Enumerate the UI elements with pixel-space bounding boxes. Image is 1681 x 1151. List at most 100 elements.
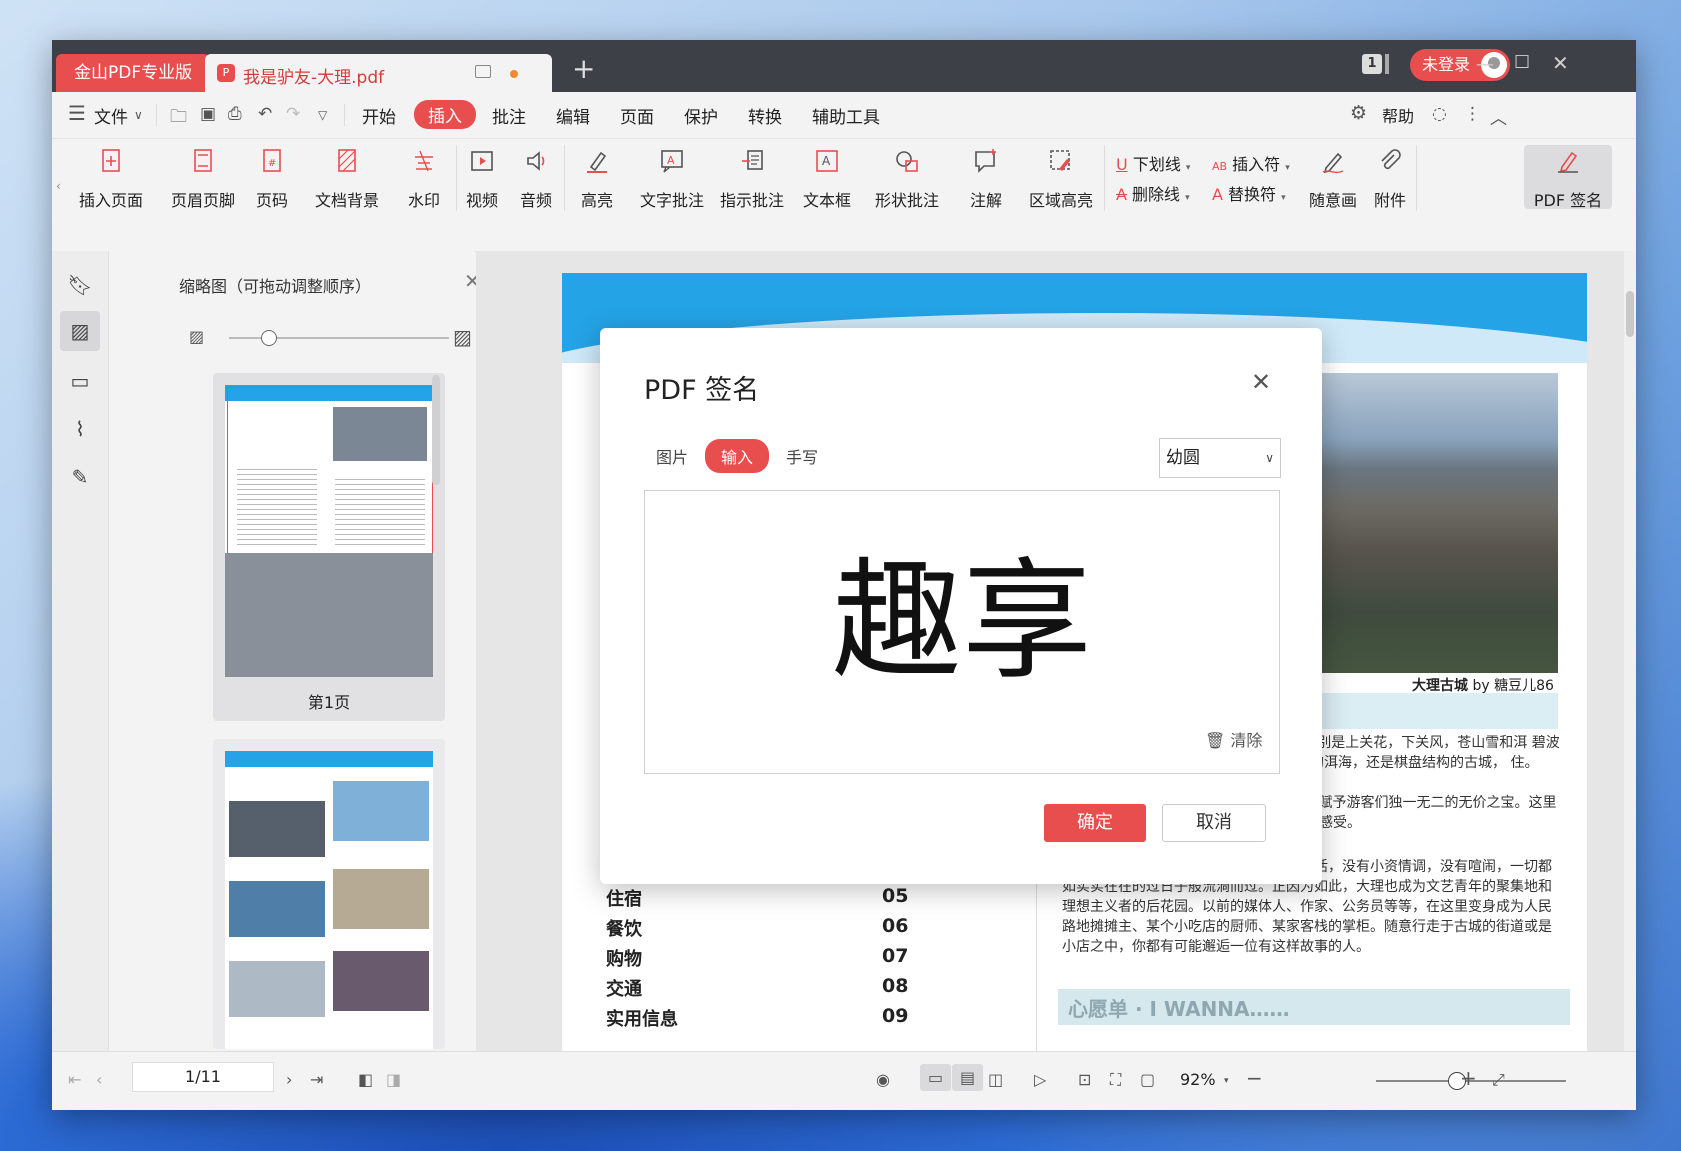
zoom-out-icon[interactable]: −	[1246, 1066, 1263, 1090]
save-icon[interactable]: ▣	[200, 104, 216, 124]
last-page-icon[interactable]: ⇥	[310, 1070, 323, 1089]
menu-insert[interactable]: 插入	[414, 100, 476, 129]
header-footer-button[interactable]: 页眉页脚	[162, 147, 244, 211]
video-icon	[468, 147, 496, 175]
signature-canvas[interactable]: 趣享 🗑︎ 清除	[644, 490, 1280, 774]
thumbnail-page-1[interactable]: 第1页	[213, 373, 445, 721]
menu-comment[interactable]: 批注	[492, 103, 526, 128]
ribbon-scroll-left-icon[interactable]: ‹	[56, 179, 61, 193]
zoom-level[interactable]: 92%	[1180, 1070, 1216, 1089]
pdf-sign-button[interactable]: PDF 签名	[1524, 147, 1612, 211]
menu-start[interactable]: 开始	[362, 103, 396, 128]
cancel-button[interactable]: 取消	[1162, 804, 1266, 842]
quick-access-dropdown-icon[interactable]: ▽	[318, 108, 327, 122]
page-number-button[interactable]: # 页码	[252, 147, 292, 211]
menu-edit[interactable]: 编辑	[556, 103, 590, 128]
menu-tools[interactable]: 辅助工具	[812, 103, 880, 128]
more-vertical-icon[interactable]: ⋮	[1464, 104, 1481, 124]
font-select[interactable]: 幼圆 ∨	[1159, 438, 1281, 478]
login-button[interactable]: 未登录	[1410, 49, 1511, 81]
shape-annotation-button[interactable]: 形状批注	[866, 147, 948, 211]
fullscreen-icon[interactable]: ⤢	[1492, 1070, 1505, 1090]
pdf-file-icon: P	[217, 64, 235, 82]
minimize-icon[interactable]: —	[1476, 54, 1494, 75]
area-highlight-icon	[1047, 147, 1075, 175]
page-number-input[interactable]: 1/11	[132, 1062, 274, 1092]
document-scrollbar[interactable]	[1624, 251, 1636, 1051]
print-icon[interactable]: ⎙	[228, 104, 242, 124]
menu-protect[interactable]: 保护	[684, 103, 718, 128]
continuous-view-icon[interactable]: ▤	[952, 1064, 984, 1091]
note-button[interactable]: 注解	[960, 147, 1012, 211]
video-button[interactable]: 视频	[462, 147, 502, 211]
back-view-icon[interactable]: ◧	[358, 1070, 373, 1089]
text-annotation-button[interactable]: A 文字批注	[636, 147, 708, 211]
thumb-small-icon[interactable]: ▨	[189, 327, 204, 346]
play-icon[interactable]: ▷	[1034, 1070, 1046, 1089]
fit-page-icon[interactable]: ⛶	[1110, 1070, 1121, 1090]
menu-file[interactable]: 文件	[94, 103, 128, 128]
forward-view-icon[interactable]: ◨	[386, 1070, 401, 1089]
next-page-icon[interactable]: ›	[286, 1070, 292, 1089]
tab-handwrite[interactable]: 手写	[786, 444, 818, 468]
insert-page-button[interactable]: 插入页面	[70, 147, 152, 211]
close-window-icon[interactable]: ✕	[1552, 51, 1569, 75]
freehand-button[interactable]: 随意画	[1306, 147, 1360, 211]
wishlist-heading: 心愿单 · I WANNA……	[1068, 997, 1290, 1021]
chevron-down-icon[interactable]: ∨	[134, 108, 143, 122]
replace-char-button[interactable]: A 替换符 ▾	[1212, 181, 1286, 205]
window-count-badge[interactable]: 1	[1362, 54, 1382, 74]
comment-icon[interactable]: ▭	[66, 367, 94, 395]
document-tab[interactable]: P 我是驴友-大理.pdf	[205, 54, 552, 92]
menu-convert[interactable]: 转换	[748, 103, 782, 128]
thumbnail-size-slider-knob[interactable]	[261, 330, 277, 346]
open-folder-icon[interactable]: 🗀	[170, 104, 187, 133]
document-scrollbar-knob[interactable]	[1626, 291, 1634, 337]
collapse-ribbon-icon[interactable]: ︿	[1490, 104, 1507, 129]
clear-button[interactable]: 🗑︎ 清除	[1205, 727, 1262, 751]
pointer-annotation-button[interactable]: 指示批注	[716, 147, 788, 211]
new-tab-button[interactable]: +	[572, 54, 595, 84]
toc-item: 餐饮	[606, 919, 642, 940]
two-page-view-icon[interactable]: ◫	[988, 1070, 1003, 1089]
actual-size-icon[interactable]: ⊡	[1078, 1070, 1091, 1089]
thumbnail-page-2[interactable]	[213, 739, 445, 1049]
maximize-icon[interactable]: ☐	[1514, 52, 1530, 73]
tab-input[interactable]: 输入	[705, 439, 770, 473]
audio-button[interactable]: 音频	[516, 147, 556, 211]
zoom-dropdown-icon[interactable]: ▾	[1224, 1076, 1229, 1086]
hamburger-icon[interactable]: ☰	[68, 101, 86, 125]
strikethrough-button[interactable]: A 删除线 ▾	[1116, 181, 1190, 205]
undo-icon[interactable]: ↶	[258, 104, 272, 124]
zoom-in-icon[interactable]: +	[1460, 1066, 1477, 1090]
app-tab[interactable]: 金山PDF专业版	[56, 54, 211, 92]
redo-icon[interactable]: ↷	[286, 104, 300, 124]
first-page-icon[interactable]: ⇤	[68, 1070, 81, 1089]
underline-button[interactable]: U 下划线 ▾	[1116, 151, 1190, 175]
thumbnail-scrollbar[interactable]	[432, 375, 440, 485]
doc-background-button[interactable]: 文档背景	[306, 147, 388, 211]
monitor-icon[interactable]	[475, 65, 491, 78]
prev-page-icon[interactable]: ‹	[96, 1070, 102, 1089]
signature-panel-icon[interactable]: ✎	[66, 463, 94, 491]
single-page-view-icon[interactable]: ▭	[920, 1064, 952, 1091]
watermark-button[interactable]: 水印	[396, 147, 452, 211]
thumbnail-image-icon[interactable]: ▨	[60, 311, 100, 351]
menu-page[interactable]: 页面	[620, 103, 654, 128]
attachment-panel-icon[interactable]: ⌇	[66, 415, 94, 443]
confirm-button[interactable]: 确定	[1044, 804, 1146, 842]
close-dialog-icon[interactable]: ✕	[1251, 368, 1271, 396]
chat-bubble-icon[interactable]: ◌	[1432, 104, 1447, 124]
bookmark-icon[interactable]: 🔖︎	[66, 271, 94, 299]
help-menu[interactable]: 帮助	[1382, 103, 1414, 127]
fit-width-icon[interactable]: ▢	[1140, 1070, 1155, 1089]
area-highlight-button[interactable]: 区域高亮	[1020, 147, 1102, 211]
thumb-large-icon[interactable]: ▨	[453, 325, 472, 349]
tab-image[interactable]: 图片	[656, 444, 688, 468]
highlight-button[interactable]: 高亮	[570, 147, 624, 211]
settings-gear-icon[interactable]: ⚙	[1350, 102, 1367, 124]
insert-char-button[interactable]: AB 插入符 ▾	[1212, 151, 1290, 175]
attachment-button[interactable]: 附件	[1370, 147, 1410, 211]
eye-protection-icon[interactable]: ◉	[876, 1070, 890, 1089]
textbox-button[interactable]: A 文本框	[800, 147, 854, 211]
